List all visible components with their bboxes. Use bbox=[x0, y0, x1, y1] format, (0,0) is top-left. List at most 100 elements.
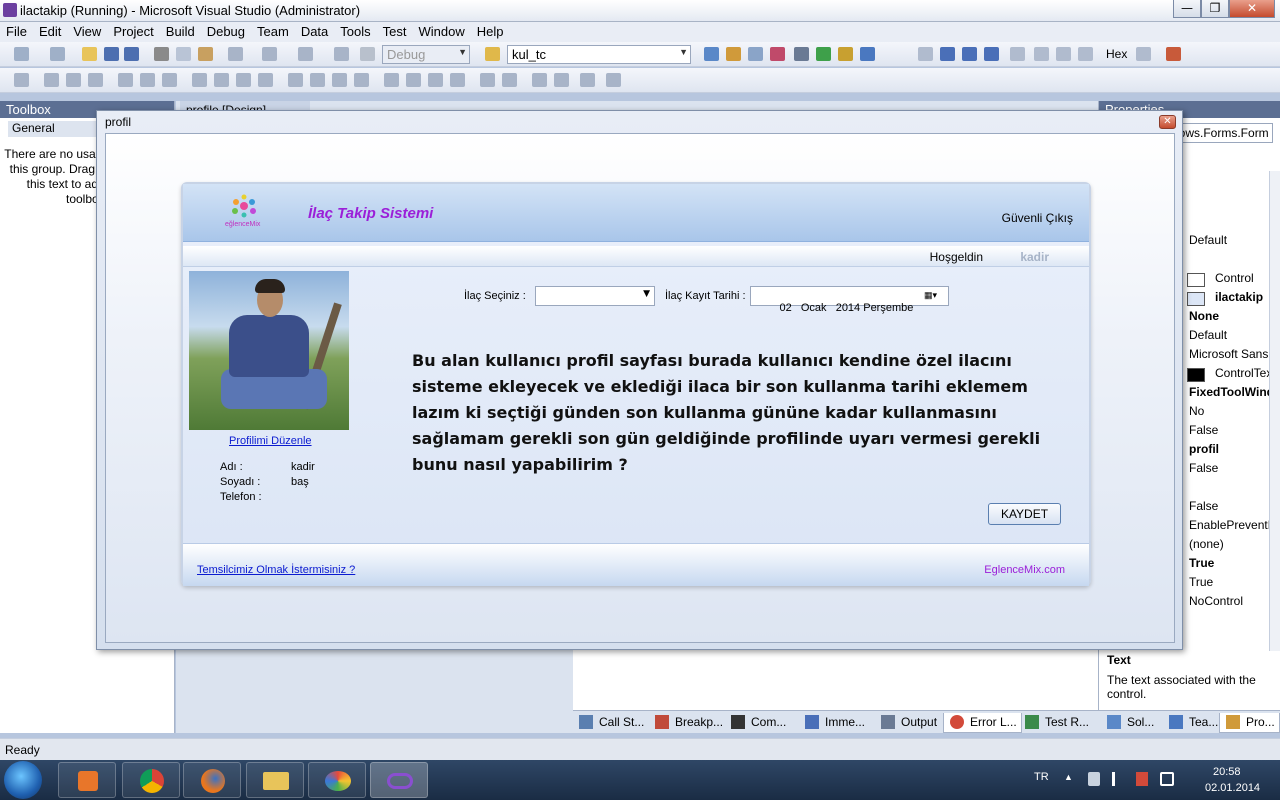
show-next-statement-icon[interactable] bbox=[1010, 47, 1025, 61]
align-to-grid-icon[interactable] bbox=[14, 73, 29, 87]
prop-value[interactable]: None bbox=[1189, 307, 1269, 326]
hex-toggle[interactable]: Hex bbox=[1106, 47, 1127, 61]
taskbar-firefox[interactable] bbox=[183, 762, 241, 798]
prop-value[interactable]: False bbox=[1189, 497, 1269, 516]
prop-value[interactable]: FixedToolWindow bbox=[1189, 383, 1269, 402]
menu-data[interactable]: Data bbox=[295, 22, 334, 41]
tab-test-results[interactable]: Test R... bbox=[1019, 713, 1093, 733]
restart-icon[interactable] bbox=[984, 47, 999, 61]
center-horizontally-icon[interactable] bbox=[480, 73, 495, 87]
menu-test[interactable]: Test bbox=[377, 22, 413, 41]
close-button[interactable]: ✕ bbox=[1229, 0, 1275, 18]
tab-command-window[interactable]: Com... bbox=[725, 713, 790, 733]
size-to-grid-icon[interactable] bbox=[214, 73, 229, 87]
taskbar-visual-studio[interactable] bbox=[370, 762, 428, 798]
new-project-icon[interactable] bbox=[14, 47, 29, 61]
prop-value[interactable]: (none) bbox=[1189, 535, 1269, 554]
logout-link[interactable]: Güvenli Çıkış bbox=[1002, 211, 1073, 225]
lock-controls-icon[interactable] bbox=[606, 73, 621, 87]
threads-icon[interactable] bbox=[1136, 47, 1151, 61]
tab-properties[interactable]: Pro... bbox=[1219, 713, 1280, 733]
menu-tools[interactable]: Tools bbox=[334, 22, 376, 41]
center-vertically-icon[interactable] bbox=[502, 73, 517, 87]
bring-to-front-icon[interactable] bbox=[532, 73, 547, 87]
prop-value[interactable]: False bbox=[1189, 421, 1269, 440]
step-over-icon[interactable] bbox=[1056, 47, 1071, 61]
brand-link[interactable]: EglenceMix.com bbox=[984, 564, 1065, 576]
clock-time[interactable]: 20:58 bbox=[1213, 766, 1241, 778]
drug-select[interactable]: ▼ bbox=[535, 286, 655, 306]
prop-value[interactable]: Default bbox=[1189, 231, 1269, 250]
increase-v-spacing-icon[interactable] bbox=[406, 73, 421, 87]
menu-view[interactable]: View bbox=[67, 22, 107, 41]
align-middles-icon[interactable] bbox=[140, 73, 155, 87]
calendar-icon[interactable]: ▦▾ bbox=[924, 290, 944, 303]
prop-value[interactable]: profil bbox=[1189, 440, 1269, 459]
align-bottoms-icon[interactable] bbox=[162, 73, 177, 87]
start-button[interactable] bbox=[4, 761, 42, 799]
navigate-icon[interactable] bbox=[298, 47, 313, 61]
extension-manager-icon[interactable] bbox=[838, 47, 853, 61]
close-icon[interactable]: ✕ bbox=[1159, 115, 1176, 129]
volume-icon[interactable] bbox=[1160, 772, 1174, 786]
tab-call-stack[interactable]: Call St... bbox=[573, 713, 648, 733]
network-icon[interactable] bbox=[1112, 772, 1126, 786]
edit-profile-link[interactable]: Profilimi Düzenle bbox=[229, 435, 312, 447]
find-combo[interactable]: kul_tc ▼ bbox=[507, 45, 691, 64]
prop-value[interactable]: NoControl bbox=[1189, 592, 1269, 611]
redo-icon[interactable] bbox=[262, 47, 277, 61]
tab-error-list[interactable]: Error L... bbox=[943, 713, 1022, 733]
tab-solution-explorer[interactable]: Sol... bbox=[1101, 713, 1158, 733]
solution-explorer-icon[interactable] bbox=[704, 47, 719, 61]
make-same-size-icon[interactable] bbox=[258, 73, 273, 87]
increase-h-spacing-icon[interactable] bbox=[310, 73, 325, 87]
save-all-icon[interactable] bbox=[124, 47, 139, 61]
navigate-forward-icon[interactable] bbox=[334, 47, 349, 61]
horizontal-spacing-icon[interactable] bbox=[288, 73, 303, 87]
menu-file[interactable]: File bbox=[0, 22, 33, 41]
start-page-icon[interactable] bbox=[816, 47, 831, 61]
command-window-icon[interactable] bbox=[860, 47, 875, 61]
make-same-width-icon[interactable] bbox=[192, 73, 207, 87]
send-to-back-icon[interactable] bbox=[554, 73, 569, 87]
tab-team-explorer[interactable]: Tea... bbox=[1163, 713, 1222, 733]
menu-team[interactable]: Team bbox=[251, 22, 295, 41]
tab-output[interactable]: Output bbox=[875, 713, 941, 733]
menu-project[interactable]: Project bbox=[107, 22, 159, 41]
make-same-height-icon[interactable] bbox=[236, 73, 251, 87]
prop-value[interactable]: True bbox=[1189, 573, 1269, 592]
decrease-h-spacing-icon[interactable] bbox=[332, 73, 347, 87]
power-warning-icon[interactable] bbox=[1136, 772, 1148, 786]
taskbar-paint[interactable] bbox=[308, 762, 366, 798]
start-debugging-icon[interactable] bbox=[360, 47, 375, 61]
prop-value[interactable]: False bbox=[1189, 459, 1269, 478]
decrease-v-spacing-icon[interactable] bbox=[428, 73, 443, 87]
remove-v-spacing-icon[interactable] bbox=[450, 73, 465, 87]
clock-date[interactable]: 02.01.2014 bbox=[1205, 782, 1260, 794]
taskbar-explorer[interactable] bbox=[246, 762, 304, 798]
cut-icon[interactable] bbox=[154, 47, 169, 61]
find-in-files-icon[interactable] bbox=[485, 47, 500, 61]
save-icon[interactable] bbox=[104, 47, 119, 61]
object-browser-icon[interactable] bbox=[748, 47, 763, 61]
prop-value[interactable]: True bbox=[1189, 554, 1269, 573]
align-lefts-icon[interactable] bbox=[44, 73, 59, 87]
menu-edit[interactable]: Edit bbox=[33, 22, 67, 41]
minimize-button[interactable]: — bbox=[1173, 0, 1201, 18]
prop-value[interactable]: Default bbox=[1189, 326, 1269, 345]
undo-icon[interactable] bbox=[228, 47, 243, 61]
add-item-icon[interactable] bbox=[50, 47, 65, 61]
date-picker[interactable]: 02 Ocak 2014 Perşembe ▦▾ bbox=[750, 286, 949, 314]
prop-value[interactable]: EnablePreventFocusChange bbox=[1189, 516, 1269, 535]
menu-window[interactable]: Window bbox=[412, 22, 470, 41]
tab-immediate[interactable]: Imme... bbox=[799, 713, 869, 733]
solution-config-combo[interactable]: Debug ▼ bbox=[382, 45, 470, 64]
become-representative-link[interactable]: Temsilcimiz Olmak İstermisiniz ? bbox=[197, 564, 355, 576]
maximize-button[interactable]: ❐ bbox=[1201, 0, 1229, 18]
save-button[interactable]: KAYDET bbox=[988, 503, 1061, 525]
prop-value[interactable]: Microsoft Sans bbox=[1189, 345, 1269, 364]
tab-order-icon[interactable] bbox=[580, 73, 595, 87]
continue-icon[interactable] bbox=[918, 47, 933, 61]
paste-icon[interactable] bbox=[198, 47, 213, 61]
class-view-icon[interactable] bbox=[794, 47, 809, 61]
